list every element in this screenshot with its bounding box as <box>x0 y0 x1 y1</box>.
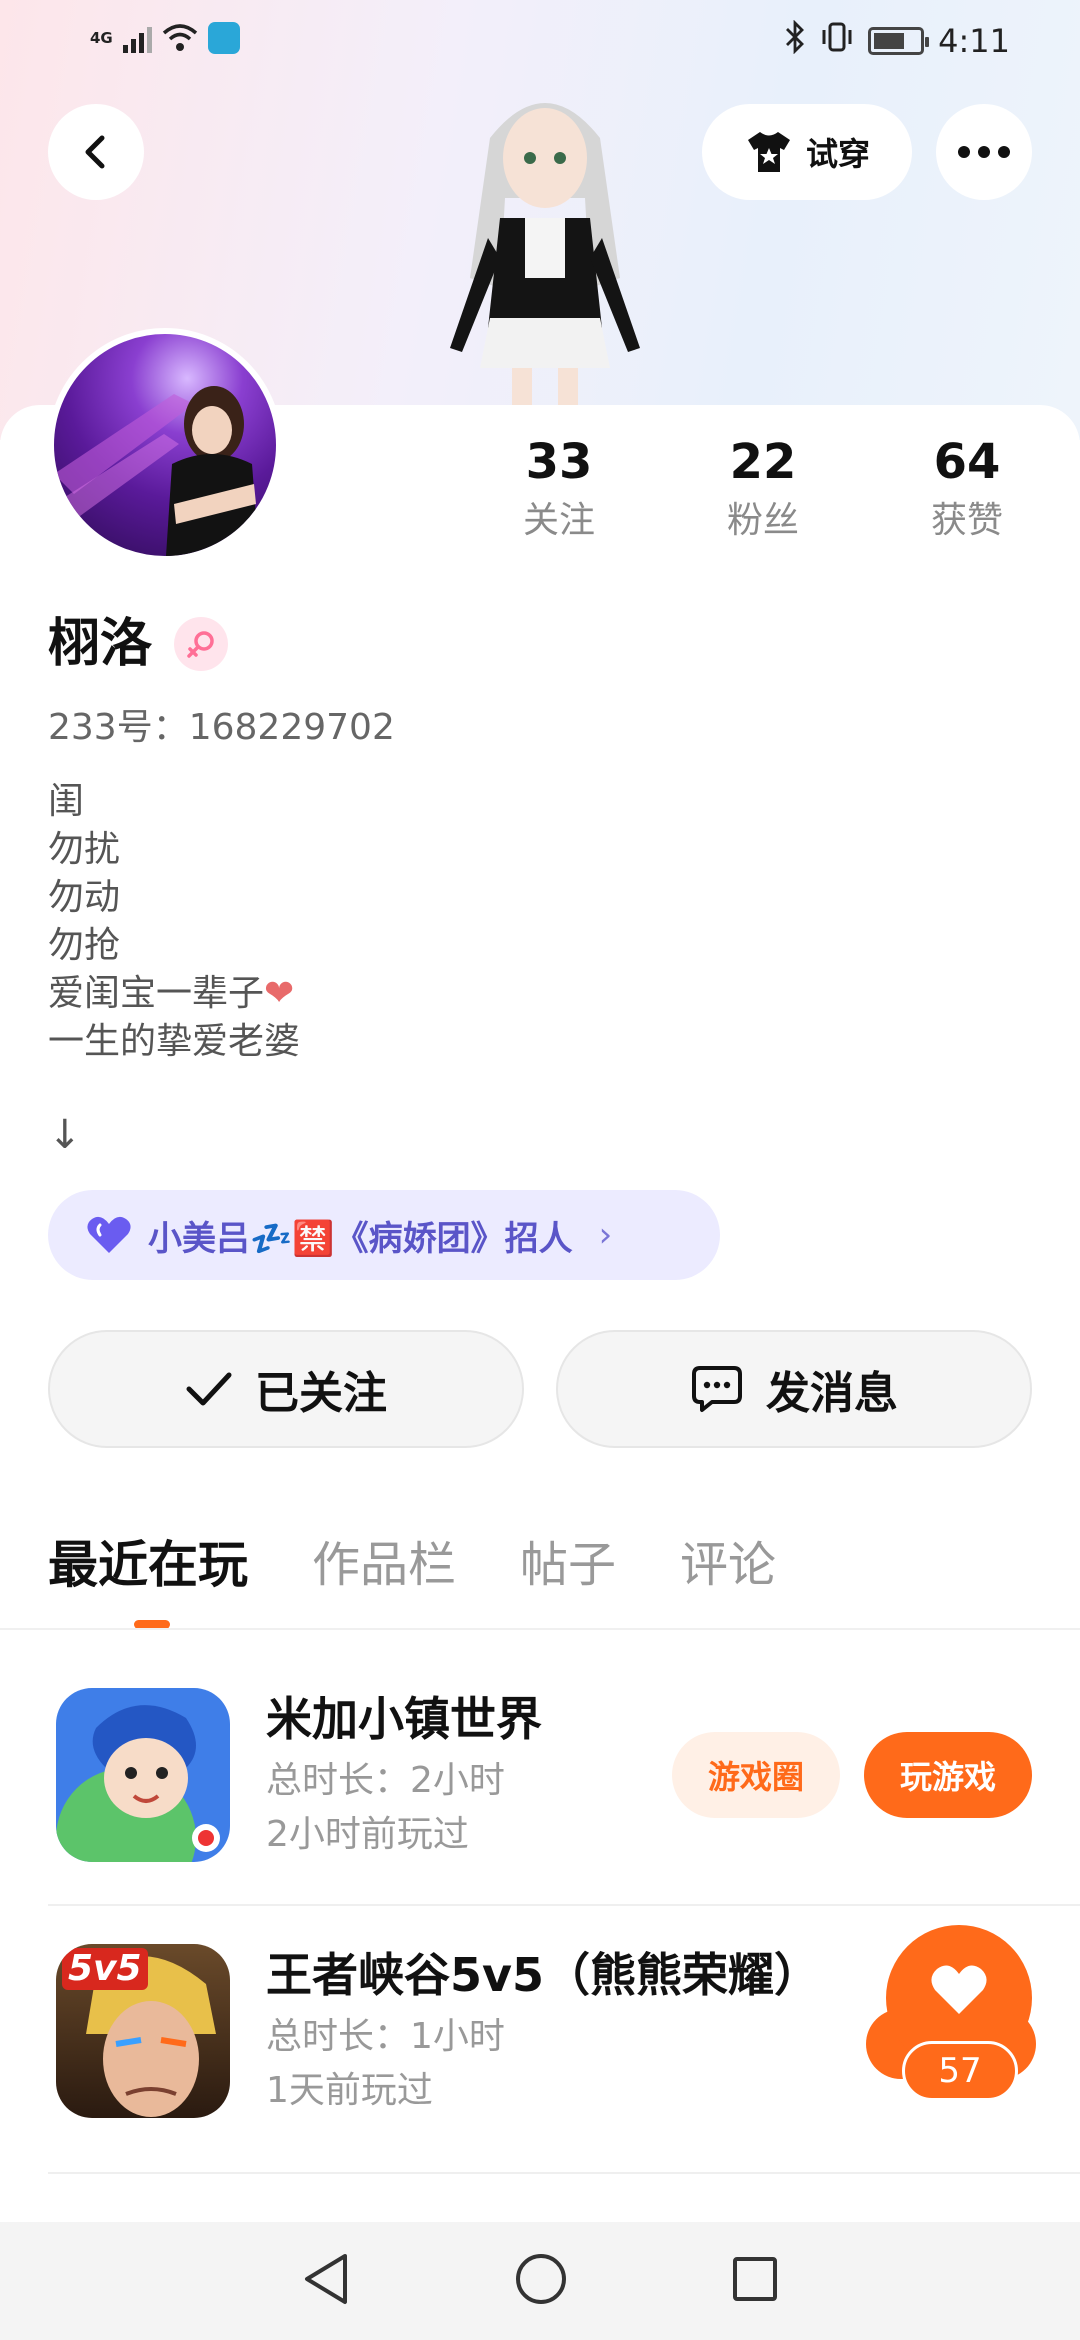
followed-button[interactable]: 已关注 <box>48 1330 524 1448</box>
dress-up-character[interactable] <box>420 78 670 408</box>
group-chip-label: 小美吕💤🈲《病娇团》招人 <box>148 1218 573 1259</box>
game-icon-badge: 5v5 <box>62 1948 148 1990</box>
nav-recents-icon[interactable] <box>731 2255 779 2307</box>
more-icon <box>958 146 970 158</box>
game-title: 米加小镇世界 <box>266 1692 542 1746</box>
following-count: 33 <box>525 434 593 490</box>
profile-screen: 4G 4:11 试穿 33 关注 22 粉丝 64 获赞 栩洛 233号：168… <box>0 0 1080 2340</box>
followers-count: 22 <box>729 434 797 490</box>
bio-line: 勿动 <box>48 877 121 918</box>
avatar[interactable] <box>48 328 282 562</box>
send-message-label: 发消息 <box>766 1368 898 1419</box>
status-left: 4G <box>90 22 240 54</box>
down-arrow: ↓ <box>48 1112 82 1158</box>
battery-icon <box>868 27 930 55</box>
wifi-icon <box>162 23 198 53</box>
bio-line-with-heart: 爱闺宝一辈子❤ <box>48 970 300 1018</box>
signal-icon <box>122 23 152 53</box>
bio: 闺 勿扰 勿动 勿抢 爱闺宝一辈子❤ 一生的挚爱老婆 <box>48 778 300 1066</box>
stat-following[interactable]: 33 关注 <box>484 432 634 546</box>
followed-label: 已关注 <box>255 1368 387 1419</box>
system-nav-bar <box>0 2222 1080 2340</box>
nav-home-icon[interactable] <box>514 2252 568 2310</box>
name-row: 栩洛 <box>48 612 229 676</box>
game-title: 王者峡谷5v5（熊熊荣耀） <box>266 1948 820 2002</box>
more-options-button[interactable] <box>936 104 1032 200</box>
more-icon-dot <box>998 146 1010 158</box>
bio-line: 一生的挚爱老婆 <box>48 1021 301 1062</box>
status-right: 4:11 <box>784 19 1010 62</box>
clock: 4:11 <box>938 22 1010 60</box>
profile-tabs: 最近在玩 作品栏 帖子 评论 <box>48 1530 840 1600</box>
tshirt-icon <box>747 132 790 172</box>
purple-heart-icon <box>87 1216 131 1253</box>
bio-line: 爱闺宝一辈子 <box>48 973 265 1014</box>
vibrate-icon <box>820 20 854 62</box>
nav-back-icon[interactable] <box>301 2252 351 2310</box>
back-arrow-icon <box>85 135 105 169</box>
more-icon-dot <box>978 146 990 158</box>
notification-app-icon <box>207 22 240 54</box>
user-id: 233号：168229702 <box>48 707 395 748</box>
tab-works[interactable]: 作品栏 <box>312 1530 456 1600</box>
following-label: 关注 <box>522 500 595 541</box>
game-duration: 总时长：1小时 <box>266 2016 505 2057</box>
followers-label: 粉丝 <box>726 500 799 541</box>
username: 栩洛 <box>48 614 153 674</box>
tab-recently-played[interactable]: 最近在玩 <box>48 1530 248 1600</box>
game-icon[interactable]: 5v5 <box>56 1944 230 2118</box>
chat-bubble-icon <box>692 1366 742 1412</box>
try-on-button[interactable]: 试穿 <box>702 104 912 200</box>
like-count: 57 <box>902 2041 1018 2101</box>
heart-icon <box>931 1965 987 2014</box>
status-bar: 4G 4:11 <box>0 0 1080 84</box>
game-circle-button[interactable]: 游戏圈 <box>672 1732 840 1818</box>
check-icon <box>186 1372 232 1406</box>
network-tag: 4G <box>90 28 113 47</box>
likes-label: 获赞 <box>930 500 1003 541</box>
game-last-played: 1天前玩过 <box>266 2070 433 2111</box>
bio-line: 闺 <box>48 781 85 822</box>
female-icon <box>174 617 229 671</box>
group-chip[interactable]: 小美吕💤🈲《病娇团》招人 › <box>48 1190 720 1280</box>
game-duration: 总时长：2小时 <box>266 1760 505 1801</box>
game-last-played: 2小时前玩过 <box>266 1814 469 1855</box>
stat-followers[interactable]: 22 粉丝 <box>688 432 838 546</box>
play-game-button[interactable]: 玩游戏 <box>864 1732 1032 1818</box>
chevron-right-icon: › <box>598 1215 613 1255</box>
floating-like-button[interactable]: 57 <box>866 1925 1036 2105</box>
row-divider <box>48 2172 1080 2174</box>
tab-posts[interactable]: 帖子 <box>520 1530 616 1600</box>
heart-emoji: ❤ <box>264 973 295 1014</box>
likes-count: 64 <box>933 434 1001 490</box>
bio-line: 勿扰 <box>48 829 121 870</box>
row-divider <box>48 1904 1080 1906</box>
game-list-item[interactable]: 米加小镇世界 总时长：2小时 2小时前玩过 游戏圈 玩游戏 <box>48 1688 1080 1888</box>
send-message-button[interactable]: 发消息 <box>556 1330 1032 1448</box>
tabs-divider <box>0 1628 1080 1630</box>
game-icon[interactable] <box>56 1688 230 1862</box>
bluetooth-icon <box>784 19 806 62</box>
try-on-label: 试穿 <box>805 135 870 173</box>
tab-comments[interactable]: 评论 <box>680 1530 776 1600</box>
stat-likes[interactable]: 64 获赞 <box>892 432 1042 546</box>
bio-line: 勿抢 <box>48 925 121 966</box>
back-button[interactable] <box>48 104 144 200</box>
